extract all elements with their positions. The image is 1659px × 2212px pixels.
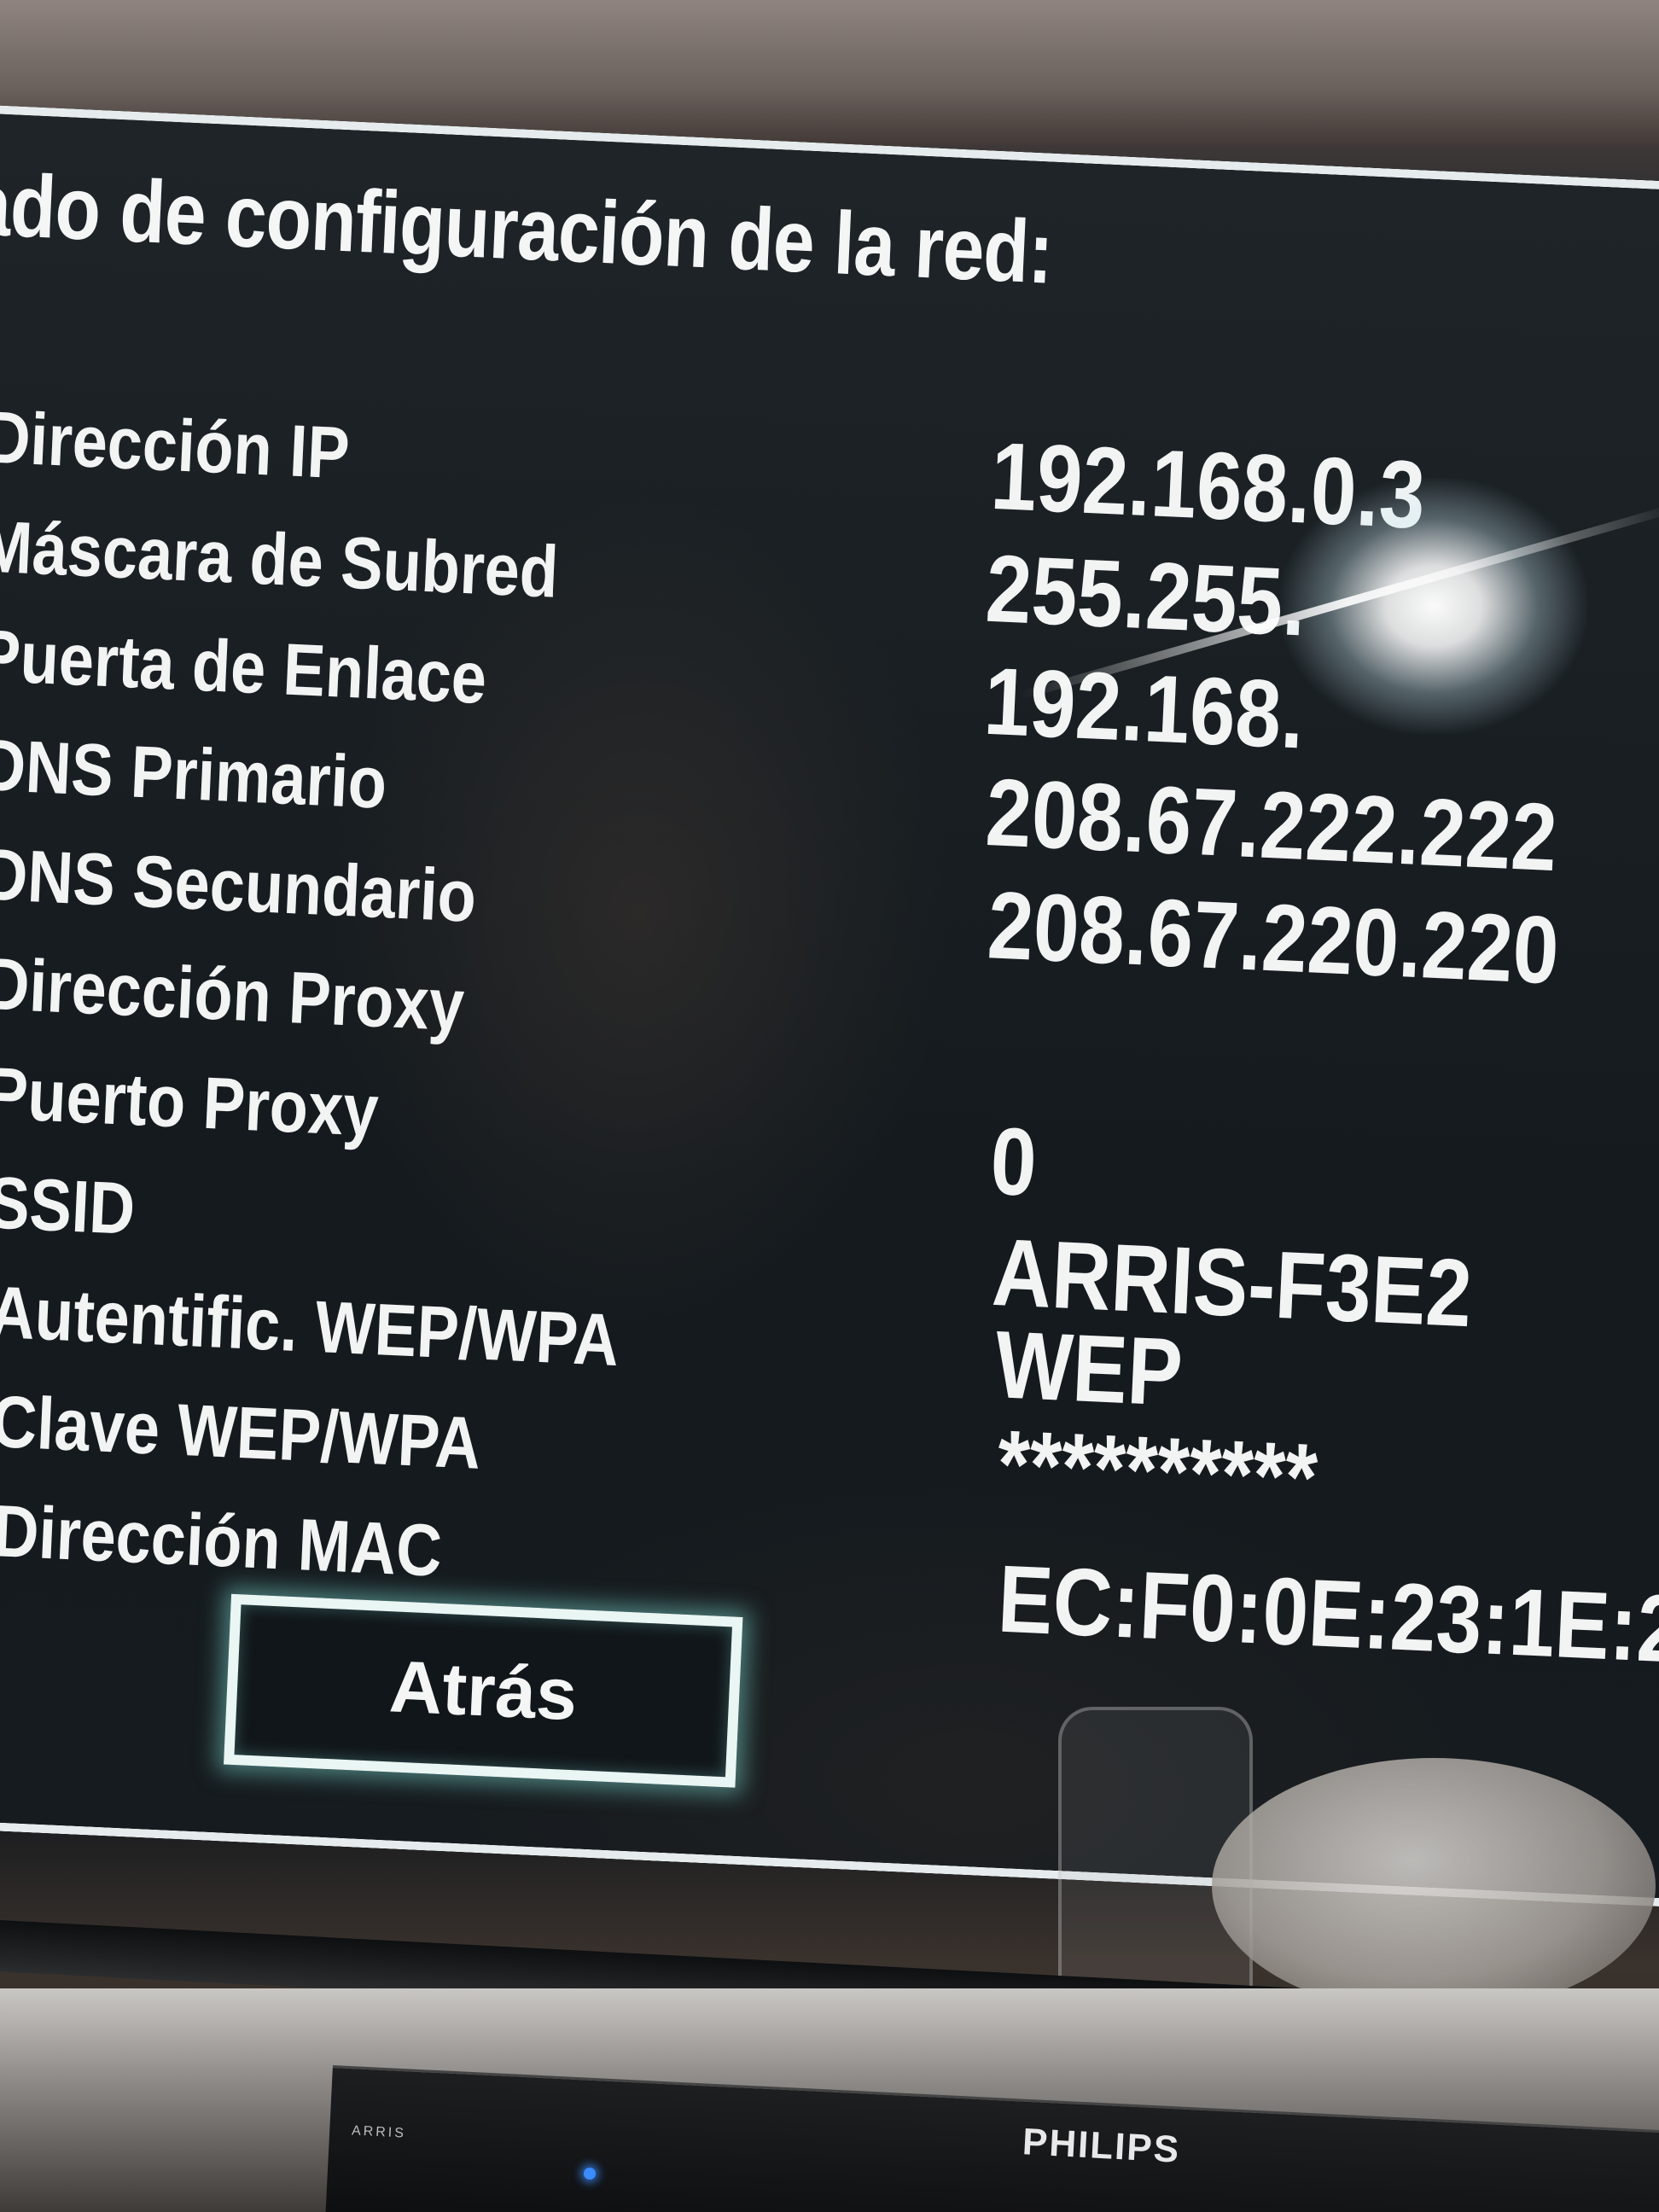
philips-logo: PHILIPS bbox=[1021, 2121, 1182, 2171]
field-label: SSID bbox=[0, 1161, 137, 1251]
field-label: DNS Primario bbox=[0, 724, 389, 824]
field-value: 192.168. bbox=[981, 647, 1307, 769]
tv-screen: ado de configuración de la red: Direcció… bbox=[0, 102, 1659, 1907]
photo-scene: ado de configuración de la red: Direcció… bbox=[0, 0, 1659, 2212]
field-label: Dirección IP bbox=[0, 396, 352, 495]
field-value: 255.255. bbox=[983, 534, 1308, 656]
plate-reflection bbox=[1212, 1758, 1656, 2014]
network-settings-list: Dirección IP 192.168.0.3 Máscara de Subr… bbox=[0, 395, 1659, 1685]
arris-logo: ARRIS bbox=[351, 2123, 407, 2141]
page-title: ado de configuración de la red: bbox=[0, 154, 1055, 303]
field-value: 0 bbox=[988, 1107, 1039, 1216]
field-value: EC:F0:0E:23:1E:23 bbox=[995, 1545, 1659, 1685]
power-led-icon bbox=[584, 2168, 596, 2180]
field-value: 192.168.0.3 bbox=[988, 422, 1428, 549]
back-button[interactable]: Atrás bbox=[224, 1593, 743, 1788]
field-label: Puerto Proxy bbox=[0, 1052, 381, 1152]
back-button-label: Atrás bbox=[387, 1644, 579, 1736]
field-value: ********** bbox=[995, 1410, 1320, 1532]
